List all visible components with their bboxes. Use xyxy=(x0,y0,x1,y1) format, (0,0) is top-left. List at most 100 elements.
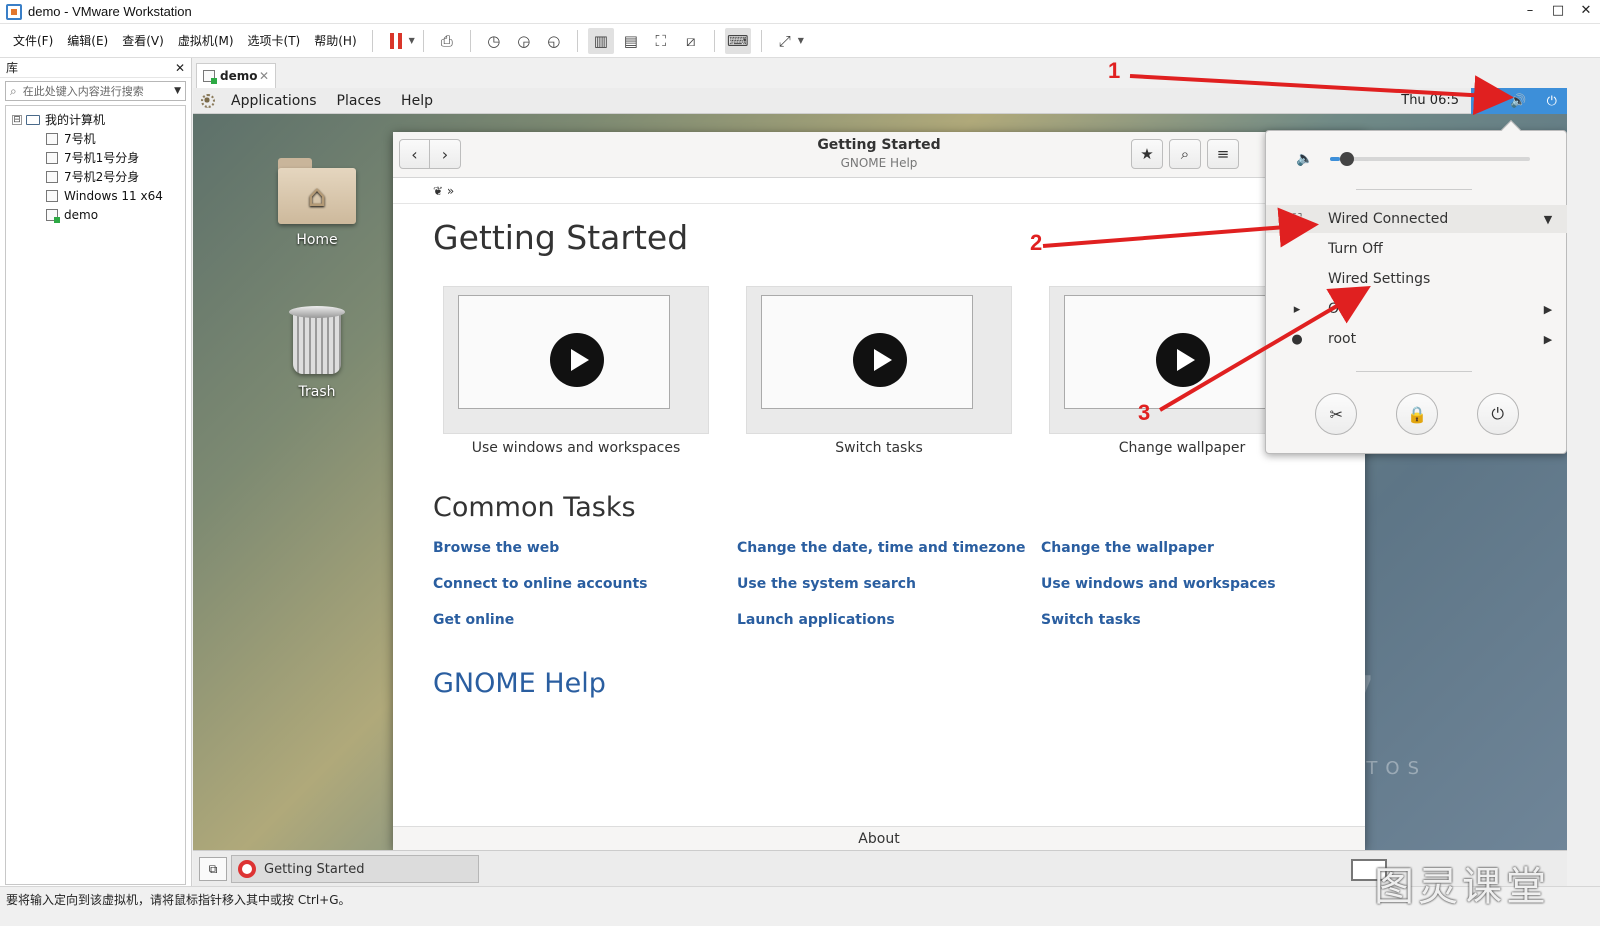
gnome-foot-icon[interactable]: ❦ xyxy=(433,184,443,198)
search-button[interactable]: ⌕ xyxy=(1169,139,1201,169)
turn-off-item[interactable]: Turn Off xyxy=(1266,235,1567,263)
desktop-trash-icon[interactable]: Trash xyxy=(267,306,367,400)
task-link[interactable]: Use windows and workspaces xyxy=(1041,576,1276,592)
snapshot-button[interactable]: ◷ xyxy=(481,28,507,54)
task-link[interactable]: Get online xyxy=(433,612,514,628)
suspend-button[interactable] xyxy=(383,28,409,54)
search-icon: ⌕ xyxy=(10,83,17,98)
video-caption[interactable]: Switch tasks xyxy=(746,440,1012,456)
wired-settings-label: Wired Settings xyxy=(1328,271,1431,287)
snapshot-manager-button[interactable]: ◵ xyxy=(541,28,567,54)
tree-item-vm[interactable]: 7号机2号分身 xyxy=(6,167,185,186)
library-search-input[interactable]: ⌕ 在此处键入内容进行搜索 ▼ xyxy=(5,81,186,101)
gnome-help-link[interactable]: GNOME Help xyxy=(433,668,606,699)
tab-label: demo xyxy=(220,69,258,83)
guest-display[interactable]: Applications Places Help Thu 06:5 ⛶ 🔊 ⏻ … xyxy=(193,88,1567,850)
bookmark-button[interactable]: ★ xyxy=(1131,139,1163,169)
vm-running-icon xyxy=(46,208,60,223)
show-library-button[interactable]: ▥ xyxy=(587,27,614,54)
tree-item-vm[interactable]: 7号机1号分身 xyxy=(6,148,185,167)
menu-button[interactable]: ≡ xyxy=(1207,139,1239,169)
toolbar-separator xyxy=(713,29,715,52)
volume-icon: 🔊 xyxy=(1510,93,1527,109)
help-window: ‹ › Getting Started GNOME Help ★ ⌕ ≡ ❦ »… xyxy=(393,132,1365,850)
task-link[interactable]: Browse the web xyxy=(433,540,559,556)
maximize-button[interactable]: □ xyxy=(1544,0,1572,24)
toolbar-separator xyxy=(469,29,471,52)
unity-button[interactable]: ⧄ xyxy=(678,28,704,54)
tree-item-vm[interactable]: Windows 11 x64 xyxy=(6,186,185,205)
stretch-guest-button[interactable]: ⤢ xyxy=(772,28,798,54)
clock[interactable]: Thu 06:5 xyxy=(1401,93,1459,108)
task-link[interactable]: Change the date, time and timezone xyxy=(737,540,1025,556)
video-card[interactable] xyxy=(746,286,1012,434)
power-off-button[interactable]: ⏻ xyxy=(1476,393,1519,435)
menu-separator xyxy=(1356,371,1472,372)
wired-settings-item[interactable]: Wired Settings xyxy=(1266,265,1567,293)
menu-places[interactable]: Places xyxy=(327,93,392,109)
vm-tree: ⊟ 我的计算机 7号机 7号机1号分身 7号机2号分身 Windows 11 x… xyxy=(5,105,186,885)
menu-gnome-help[interactable]: Help xyxy=(391,93,443,109)
search-dropdown-icon[interactable]: ▼ xyxy=(174,86,181,96)
user-item[interactable]: ● root ▶ xyxy=(1266,325,1567,353)
star-icon: ★ xyxy=(1140,145,1154,163)
task-link[interactable]: Launch applications xyxy=(737,612,895,628)
tree-root-my-computer[interactable]: ⊟ 我的计算机 xyxy=(6,110,185,129)
tab-close-icon[interactable]: ✕ xyxy=(259,69,269,83)
menu-edit[interactable]: 编辑(E) xyxy=(60,32,115,49)
wired-connected-item[interactable]: ⛶ Wired Connected ▼ xyxy=(1266,205,1567,233)
library-title: 库 xyxy=(6,61,19,75)
video-caption[interactable]: Use windows and workspaces xyxy=(443,440,709,456)
tree-item-vm[interactable]: 7号机 xyxy=(6,129,185,148)
task-link[interactable]: Connect to online accounts xyxy=(433,576,648,592)
send-ctrl-alt-del-button[interactable]: ⎙ xyxy=(434,28,460,54)
on-item[interactable]: ▸ On ▶ xyxy=(1266,295,1567,323)
console-view-button[interactable]: ⌨ xyxy=(724,27,751,54)
stretch-dropdown-icon[interactable]: ▼ xyxy=(798,36,804,45)
menu-file[interactable]: 文件(F) xyxy=(6,32,60,49)
revert-snapshot-button[interactable]: ◶ xyxy=(511,28,537,54)
task-link[interactable]: Switch tasks xyxy=(1041,612,1141,628)
vm-icon xyxy=(46,132,58,145)
library-close-icon[interactable]: ✕ xyxy=(175,61,185,75)
thumbnail-bar-button[interactable]: ▤ xyxy=(618,28,644,54)
tree-item-vm-running[interactable]: demo xyxy=(6,205,185,224)
show-desktop-button[interactable]: ⧉ xyxy=(199,857,227,881)
system-tray[interactable]: ⛶ 🔊 ⏻ xyxy=(1471,88,1567,114)
about-link[interactable]: About xyxy=(393,826,1365,850)
computer-icon xyxy=(26,114,40,125)
task-link[interactable]: Use the system search xyxy=(737,576,916,592)
menu-applications[interactable]: Applications xyxy=(221,93,327,109)
annotation-number: 3 xyxy=(1138,400,1151,425)
library-search-placeholder: 在此处键入内容进行搜索 xyxy=(22,85,144,98)
lock-icon: 🔒 xyxy=(1407,404,1427,424)
video-card[interactable] xyxy=(443,286,709,434)
tab-demo[interactable]: demo ✕ xyxy=(196,63,276,88)
collapse-icon[interactable]: ⊟ xyxy=(12,114,22,125)
user-label: root xyxy=(1328,331,1357,347)
menu-view[interactable]: 查看(V) xyxy=(115,32,171,49)
play-icon[interactable] xyxy=(550,333,604,387)
lock-button[interactable]: 🔒 xyxy=(1395,393,1438,435)
volume-slider-handle[interactable] xyxy=(1340,152,1354,166)
vmware-logo-icon xyxy=(6,3,22,20)
volume-slider[interactable] xyxy=(1330,152,1530,166)
play-icon[interactable] xyxy=(1156,333,1210,387)
power-dropdown-icon[interactable]: ▼ xyxy=(409,36,415,45)
settings-button[interactable]: ✂ xyxy=(1315,393,1358,435)
play-icon[interactable] xyxy=(853,333,907,387)
vm-icon xyxy=(46,189,58,202)
menu-tabs[interactable]: 选项卡(T) xyxy=(241,32,308,49)
tree-item-label: demo xyxy=(64,207,99,222)
menu-vm[interactable]: 虚拟机(M) xyxy=(171,32,241,49)
taskbar-window-button[interactable]: Getting Started xyxy=(231,855,479,883)
minimize-button[interactable]: – xyxy=(1516,0,1544,24)
menu-help[interactable]: 帮助(H) xyxy=(307,32,363,49)
close-button[interactable]: ✕ xyxy=(1572,0,1600,24)
wired-connected-label: Wired Connected xyxy=(1328,211,1449,227)
task-link[interactable]: Change the wallpaper xyxy=(1041,540,1214,556)
volume-row: 🔈 xyxy=(1296,151,1530,167)
desktop-home-icon[interactable]: ⌂ Home xyxy=(267,158,367,248)
full-screen-button[interactable]: ⛶ xyxy=(648,28,674,54)
home-icon: ⌂ xyxy=(278,168,356,224)
